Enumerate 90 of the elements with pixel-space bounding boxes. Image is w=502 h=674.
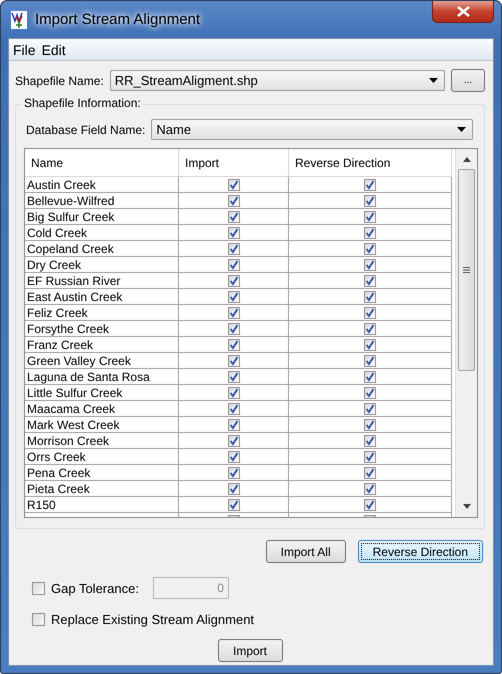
replace-checkbox[interactable]: [32, 613, 45, 626]
import-checkbox[interactable]: [228, 370, 240, 382]
gap-tolerance-label: Gap Tolerance:: [51, 580, 139, 596]
action-button[interactable]: Import All: [266, 540, 346, 563]
column-header[interactable]: Name: [25, 149, 179, 177]
table-cell: Pieta Creek: [25, 481, 179, 497]
reverse-checkbox[interactable]: [364, 482, 376, 494]
scroll-down-icon[interactable]: [462, 504, 470, 509]
reverse-checkbox[interactable]: [364, 466, 376, 478]
import-checkbox[interactable]: [228, 194, 240, 206]
import-checkbox[interactable]: [228, 258, 240, 270]
table-cell: Little Sulfur Creek: [25, 385, 179, 401]
table-cell: Copeland Creek: [25, 241, 179, 257]
reverse-checkbox[interactable]: [364, 418, 376, 430]
table-cell: Orrs Creek: [25, 449, 179, 465]
import-checkbox[interactable]: [228, 322, 240, 334]
reverse-checkbox[interactable]: [364, 178, 376, 190]
table-cell: Dry Creek: [25, 257, 179, 273]
table-cell: Cold Creek: [25, 225, 179, 241]
reverse-checkbox[interactable]: [364, 258, 376, 270]
action-button[interactable]: Reverse Direction: [358, 540, 483, 563]
import-checkbox[interactable]: [228, 290, 240, 302]
reverse-checkbox[interactable]: [364, 338, 376, 350]
reverse-checkbox[interactable]: [364, 498, 376, 510]
import-checkbox[interactable]: [228, 482, 240, 494]
reverse-checkbox[interactable]: [364, 274, 376, 286]
database-field-label: Database Field Name:: [26, 122, 146, 136]
reverse-checkbox[interactable]: [364, 386, 376, 398]
table-cell: Forsythe Creek: [25, 321, 179, 337]
scroll-up-icon[interactable]: [462, 157, 470, 162]
table-cell: Big Sulfur Creek: [25, 209, 179, 225]
replace-label: Replace Existing Stream Alignment: [51, 612, 254, 627]
reverse-checkbox[interactable]: [364, 194, 376, 206]
import-checkbox[interactable]: [228, 450, 240, 462]
reverse-checkbox[interactable]: [364, 354, 376, 366]
import-checkbox[interactable]: [228, 354, 240, 366]
import-checkbox[interactable]: [228, 466, 240, 478]
import-checkbox[interactable]: [228, 226, 240, 238]
reverse-checkbox[interactable]: [364, 290, 376, 302]
table-cell: Austin Creek: [25, 177, 179, 193]
import-checkbox[interactable]: [228, 274, 240, 286]
reverse-checkbox[interactable]: [364, 370, 376, 382]
browse-button[interactable]: ...: [451, 69, 485, 92]
database-field-dropdown[interactable]: Name: [151, 119, 474, 140]
reverse-checkbox[interactable]: [364, 450, 376, 462]
import-checkbox[interactable]: [228, 178, 240, 190]
shapefile-name-label: Shapefile Name:: [15, 74, 104, 88]
close-button[interactable]: [432, 1, 494, 23]
import-checkbox[interactable]: [228, 418, 240, 430]
table-cell: R150: [25, 497, 179, 513]
table-cell: Morrison Creek: [25, 433, 179, 449]
import-checkbox[interactable]: [228, 242, 240, 254]
import-checkbox[interactable]: [228, 386, 240, 398]
reverse-checkbox[interactable]: [364, 402, 376, 414]
table-cell: Bellevue-Wilfred: [25, 193, 179, 209]
window-title: Import Stream Alignment: [35, 11, 200, 28]
reverse-checkbox[interactable]: [364, 322, 376, 334]
table-cell: Laguna de Santa Rosa: [25, 369, 179, 385]
import-checkbox[interactable]: [228, 498, 240, 510]
grip-icon: [463, 267, 470, 273]
table-cell: Feliz Creek: [25, 305, 179, 321]
dropdown-arrow-icon: [457, 127, 466, 132]
table-cell: Green Valley Creek: [25, 353, 179, 369]
menu-item[interactable]: Edit: [42, 42, 66, 58]
reverse-checkbox[interactable]: [364, 434, 376, 446]
reverse-checkbox[interactable]: [364, 226, 376, 238]
import-button[interactable]: Import: [218, 639, 282, 662]
column-header[interactable]: Import: [179, 149, 289, 177]
table-cell: Pena Creek: [25, 465, 179, 481]
import-checkbox[interactable]: [228, 434, 240, 446]
shapefile-dropdown[interactable]: RR_StreamAligment.shp: [110, 70, 446, 91]
table-cell: Mark West Creek: [25, 417, 179, 433]
table-cell: Franz Creek: [25, 337, 179, 353]
column-header[interactable]: Reverse Direction: [289, 149, 452, 177]
table-cell: East Austin Creek: [25, 289, 179, 305]
menu-item[interactable]: File: [13, 42, 36, 58]
table-cell: EF Russian River: [25, 273, 179, 289]
app-icon: [11, 10, 27, 28]
group-title: Shapefile Information:: [22, 96, 143, 110]
reverse-checkbox[interactable]: [364, 242, 376, 254]
import-checkbox[interactable]: [228, 338, 240, 350]
import-checkbox[interactable]: [228, 210, 240, 222]
close-icon: [456, 6, 470, 17]
reverse-checkbox[interactable]: [364, 210, 376, 222]
table-cell: Maacama Creek: [25, 401, 179, 417]
import-checkbox[interactable]: [228, 306, 240, 318]
dropdown-arrow-icon: [429, 78, 438, 83]
scrollbar[interactable]: [455, 149, 477, 517]
reverse-checkbox[interactable]: [364, 306, 376, 318]
import-checkbox[interactable]: [228, 402, 240, 414]
